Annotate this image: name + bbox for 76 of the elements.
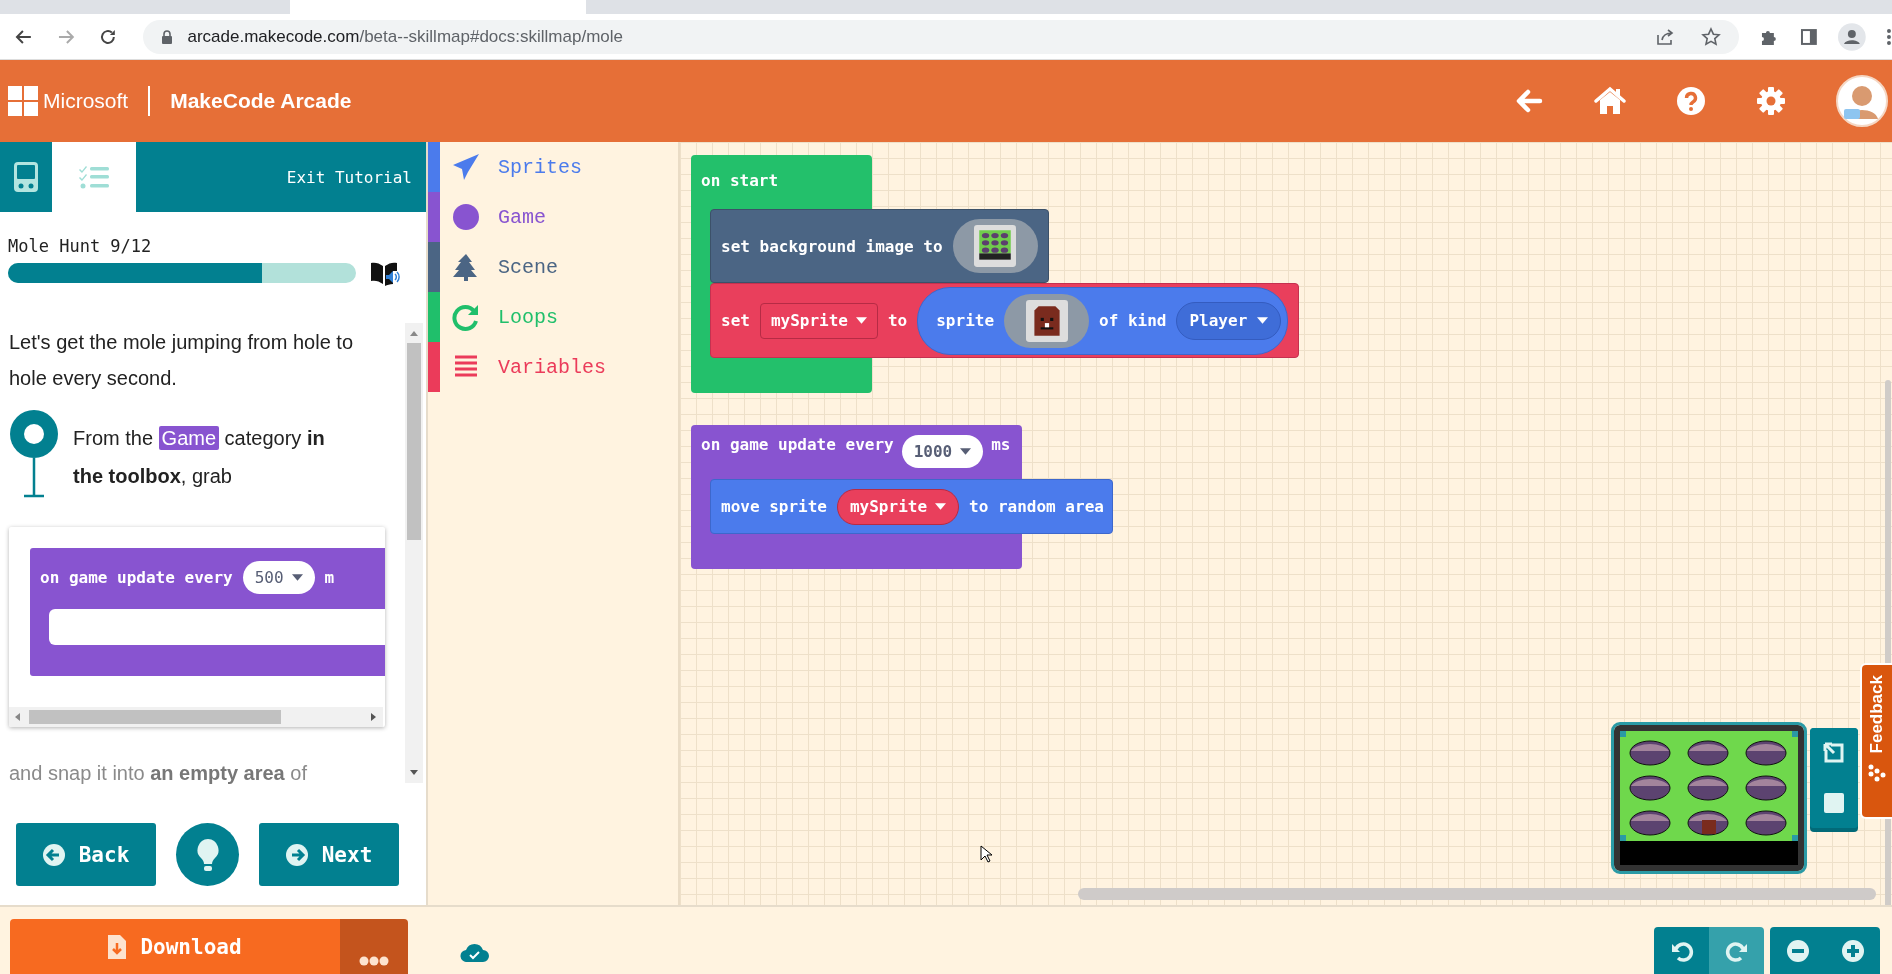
number-dropdown[interactable]: 1000	[901, 435, 984, 468]
kind-dropdown[interactable]: Player	[1176, 301, 1282, 340]
mole-thumbnail-icon	[1025, 299, 1068, 342]
brand-name[interactable]: Microsoft	[43, 89, 129, 113]
zoom-in-button[interactable]	[1825, 927, 1880, 974]
cloud-saved-icon	[460, 942, 490, 962]
back-button[interactable]: Back	[16, 823, 156, 886]
holes-thumbnail-icon	[974, 225, 1017, 267]
plus-icon	[1840, 938, 1865, 963]
block-label: m	[324, 567, 335, 587]
step-marker-icon	[9, 409, 59, 499]
minus-icon	[1785, 938, 1810, 963]
feedback-tab[interactable]: Feedback	[1860, 663, 1892, 819]
undo-button[interactable]	[1654, 927, 1709, 974]
instruction-text: and snap it into an empty area of	[9, 761, 308, 786]
side-panel-icon[interactable]	[1798, 26, 1819, 47]
zoom-out-button[interactable]	[1770, 927, 1825, 974]
block-label: set	[721, 311, 750, 330]
mouse-cursor-icon	[980, 845, 992, 863]
block-label: set background image to	[721, 236, 943, 256]
block-label: sprite	[936, 311, 995, 330]
share-icon[interactable]	[1654, 26, 1675, 47]
caret-icon	[935, 503, 947, 510]
block-label: on game update every	[701, 435, 894, 454]
instruction-text: Let's get the mole jumping from hole to hole every second.	[9, 330, 354, 391]
number-dropdown[interactable]: 500	[242, 560, 315, 594]
url-text: arcade.makecode.com/beta--skillmap#docs:skillmap/mole	[187, 26, 623, 47]
windows-logo-icon	[8, 86, 38, 116]
set-variable-block[interactable]: set mySprite to sprite of kind Player	[710, 283, 1300, 358]
more-options-button[interactable]	[340, 919, 408, 974]
file-download-icon	[108, 934, 127, 959]
read-aloud-icon[interactable]	[370, 260, 400, 286]
image-picker[interactable]	[1004, 293, 1090, 348]
code-workspace[interactable]: on start set background image to set mySprite to sprite of kind Player on game update every 1000 ms move sprite mySprite to random area Feedback	[680, 142, 1892, 905]
ellipsis-icon	[359, 956, 389, 966]
caret-icon	[855, 317, 867, 324]
exit-tutorial-button[interactable]: Exit Tutorial	[272, 142, 426, 212]
handheld-icon	[13, 161, 39, 193]
horizontal-scrollbar[interactable]	[1078, 888, 1876, 900]
profile-avatar[interactable]	[1836, 75, 1888, 127]
create-sprite-block[interactable]: sprite of kind Player	[917, 286, 1289, 355]
lightbulb-icon	[195, 837, 220, 872]
caret-icon	[960, 448, 972, 455]
variable-dropdown[interactable]: mySprite	[836, 488, 960, 525]
set-background-block[interactable]: set background image to	[710, 209, 1049, 283]
caret-icon	[291, 573, 303, 581]
fullscreen-icon	[1822, 741, 1846, 765]
block-label: of kind	[1099, 311, 1167, 330]
vertical-scrollbar[interactable]	[405, 323, 423, 783]
caret-icon	[1257, 317, 1269, 324]
download-button[interactable]: Download	[10, 919, 340, 974]
horizontal-scrollbar[interactable]	[9, 707, 383, 727]
variable-dropdown[interactable]: mySprite	[759, 302, 878, 339]
menu-icon[interactable]	[1886, 26, 1892, 47]
next-button[interactable]: Next	[259, 823, 399, 886]
profile-icon[interactable]	[1838, 22, 1867, 51]
image-picker[interactable]	[952, 219, 1038, 273]
step-instruction: From the Game category in the toolbox, grab	[73, 425, 326, 489]
home-icon[interactable]	[1594, 86, 1626, 116]
stop-icon	[1824, 793, 1844, 813]
redo-button[interactable]	[1709, 927, 1764, 974]
dots-icon	[1867, 763, 1887, 784]
block-label: on game update every	[40, 567, 233, 587]
block-label: move sprite	[721, 497, 827, 516]
help-icon[interactable]	[1676, 86, 1706, 116]
star-icon[interactable]	[1700, 26, 1721, 47]
settings-icon[interactable]	[1756, 86, 1786, 116]
feedback-label: Feedback	[1867, 675, 1887, 754]
block-label: to	[887, 311, 908, 330]
lock-icon	[161, 29, 174, 44]
move-sprite-block[interactable]: move sprite mySprite to random area	[710, 479, 1113, 534]
address-bar[interactable]: arcade.makecode.com/beta--skillmap#docs:skillmap/mole	[143, 19, 1739, 54]
block-label: ms	[991, 435, 1011, 454]
tutorial-title: Mole Hunt 9/12	[8, 235, 153, 258]
product-name[interactable]: MakeCode Arcade	[170, 89, 352, 113]
checklist-icon	[79, 165, 109, 189]
